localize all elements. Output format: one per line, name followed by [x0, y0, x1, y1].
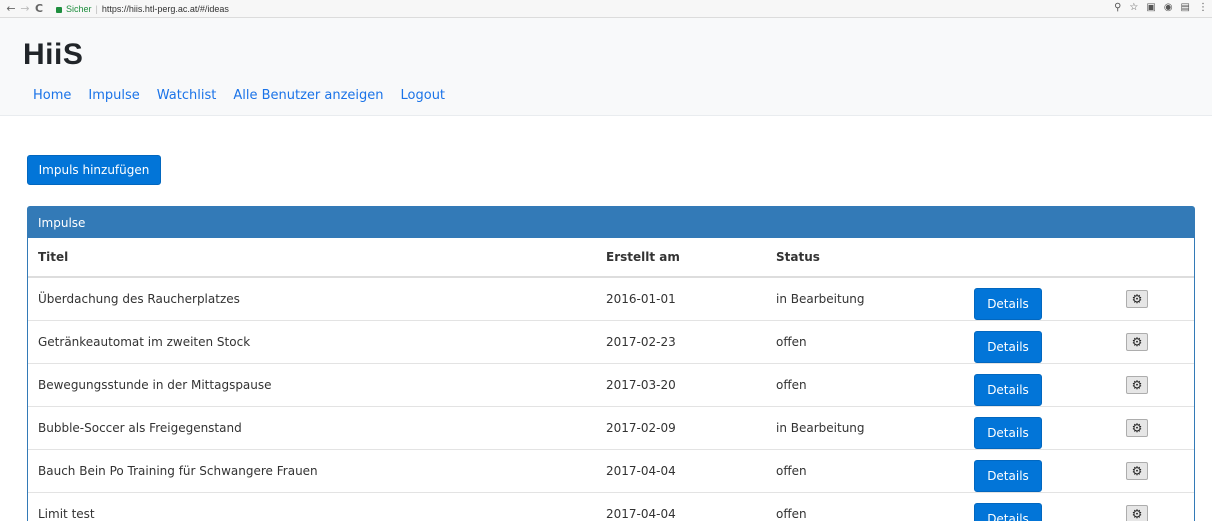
- column-header-title: Titel: [28, 238, 596, 278]
- settings-button[interactable]: ⚙: [1126, 333, 1148, 351]
- row-settings-cell: ⚙: [1114, 406, 1194, 450]
- row-created: 2017-04-04: [596, 449, 766, 493]
- column-header-details: [964, 238, 1114, 278]
- row-details-cell: Details: [964, 363, 1114, 407]
- panel-heading: Impulse: [28, 207, 1194, 238]
- back-icon[interactable]: ←: [4, 2, 18, 15]
- settings-button[interactable]: ⚙: [1126, 462, 1148, 480]
- details-button[interactable]: Details: [974, 503, 1042, 521]
- settings-button[interactable]: ⚙: [1126, 419, 1148, 437]
- impulse-panel: Impulse Titel Erstellt am Status Überdac…: [27, 206, 1195, 521]
- translate-icon[interactable]: ⚲: [1114, 2, 1121, 13]
- row-created: 2016-01-01: [596, 276, 766, 321]
- gear-icon: ⚙: [1131, 464, 1143, 478]
- details-button[interactable]: Details: [974, 331, 1042, 363]
- row-created: 2017-03-20: [596, 363, 766, 407]
- table-row: Bewegungsstunde in der Mittagspause 2017…: [28, 363, 1194, 407]
- gear-icon: ⚙: [1131, 292, 1143, 306]
- star-icon[interactable]: ☆: [1129, 2, 1138, 13]
- nav-impulse[interactable]: Impulse: [88, 88, 139, 103]
- row-title: Limit test: [28, 492, 596, 521]
- address-separator: |: [95, 4, 98, 14]
- settings-button[interactable]: ⚙: [1126, 505, 1148, 521]
- impulse-table: Titel Erstellt am Status Überdachung des…: [28, 238, 1194, 521]
- row-title: Bauch Bein Po Training für Schwangere Fr…: [28, 449, 596, 493]
- gear-icon: ⚙: [1131, 378, 1143, 392]
- nav-watchlist[interactable]: Watchlist: [157, 88, 217, 103]
- lock-icon: [56, 7, 62, 13]
- extension-icon[interactable]: ▣: [1146, 2, 1155, 13]
- row-details-cell: Details: [964, 276, 1114, 321]
- row-status: in Bearbeitung: [766, 276, 964, 321]
- nav-logout[interactable]: Logout: [401, 88, 446, 103]
- brand-logo[interactable]: HiiS: [23, 38, 83, 72]
- row-title: Überdachung des Raucherplatzes: [28, 276, 596, 321]
- row-title: Getränkeautomat im zweiten Stock: [28, 320, 596, 364]
- extension-icon[interactable]: ◉: [1164, 2, 1173, 13]
- table-row: Bauch Bein Po Training für Schwangere Fr…: [28, 449, 1194, 493]
- table-row: Limit test 2017-04-04 offen Details ⚙: [28, 492, 1194, 521]
- row-details-cell: Details: [964, 320, 1114, 364]
- settings-button[interactable]: ⚙: [1126, 290, 1148, 308]
- row-settings-cell: ⚙: [1114, 449, 1194, 493]
- secure-label: Sicher: [66, 4, 92, 14]
- table-header-row: Titel Erstellt am Status: [28, 238, 1194, 278]
- forward-icon[interactable]: →: [18, 2, 32, 15]
- row-settings-cell: ⚙: [1114, 492, 1194, 521]
- row-title: Bewegungsstunde in der Mittagspause: [28, 363, 596, 407]
- row-status: offen: [766, 449, 964, 493]
- nav-home[interactable]: Home: [33, 88, 71, 103]
- column-header-created: Erstellt am: [596, 238, 766, 278]
- menu-icon[interactable]: ⋮: [1198, 2, 1208, 13]
- row-created: 2017-02-09: [596, 406, 766, 450]
- row-status: offen: [766, 363, 964, 407]
- gear-icon: ⚙: [1131, 421, 1143, 435]
- row-settings-cell: ⚙: [1114, 276, 1194, 321]
- nav-all-users[interactable]: Alle Benutzer anzeigen: [233, 88, 383, 103]
- table-row: Bubble-Soccer als Freigegenstand 2017-02…: [28, 406, 1194, 450]
- row-status: offen: [766, 320, 964, 364]
- gear-icon: ⚙: [1131, 335, 1143, 349]
- column-header-settings: [1114, 238, 1194, 278]
- add-impulse-button[interactable]: Impuls hinzufügen: [27, 155, 161, 185]
- row-status: offen: [766, 492, 964, 521]
- address-bar[interactable]: Sicher | https://hiis.htl-perg.ac.at/#/i…: [56, 2, 1160, 16]
- details-button[interactable]: Details: [974, 288, 1042, 320]
- row-details-cell: Details: [964, 492, 1114, 521]
- browser-toolbar: ← → C Sicher | https://hiis.htl-perg.ac.…: [0, 0, 1212, 18]
- details-button[interactable]: Details: [974, 417, 1042, 449]
- row-settings-cell: ⚙: [1114, 320, 1194, 364]
- gear-icon: ⚙: [1131, 507, 1143, 521]
- row-details-cell: Details: [964, 449, 1114, 493]
- row-settings-cell: ⚙: [1114, 363, 1194, 407]
- row-status: in Bearbeitung: [766, 406, 964, 450]
- extension-icon[interactable]: ▤: [1181, 2, 1190, 13]
- details-button[interactable]: Details: [974, 374, 1042, 406]
- url-text[interactable]: https://hiis.htl-perg.ac.at/#/ideas: [102, 4, 229, 14]
- main-nav: Home Impulse Watchlist Alle Benutzer anz…: [33, 88, 445, 103]
- settings-button[interactable]: ⚙: [1126, 376, 1148, 394]
- row-title: Bubble-Soccer als Freigegenstand: [28, 406, 596, 450]
- details-button[interactable]: Details: [974, 460, 1042, 492]
- reload-icon[interactable]: C: [32, 2, 46, 15]
- row-created: 2017-02-23: [596, 320, 766, 364]
- app-header: HiiS Home Impulse Watchlist Alle Benutze…: [0, 18, 1212, 116]
- column-header-status: Status: [766, 238, 964, 278]
- table-row: Getränkeautomat im zweiten Stock 2017-02…: [28, 320, 1194, 364]
- table-row: Überdachung des Raucherplatzes 2016-01-0…: [28, 276, 1194, 321]
- row-created: 2017-04-04: [596, 492, 766, 521]
- browser-extensions: ⚲ ☆ ▣ ◉ ▤ ⋮: [1114, 2, 1208, 13]
- row-details-cell: Details: [964, 406, 1114, 450]
